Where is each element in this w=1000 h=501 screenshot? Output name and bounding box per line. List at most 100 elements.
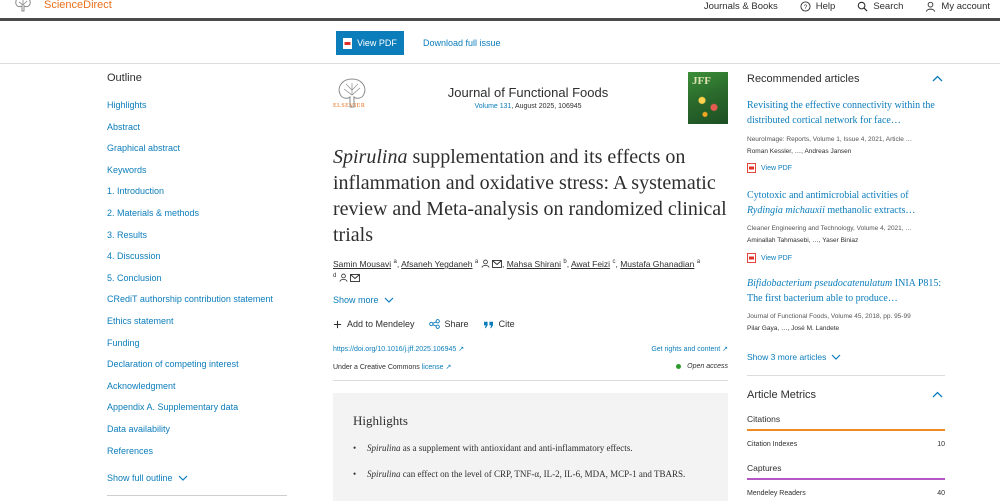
pdf-icon — [343, 37, 353, 49]
help-link[interactable]: ? Help — [800, 1, 835, 12]
chevron-down-icon — [178, 475, 187, 481]
recommended-title-pre: Cytotoxic and antimicrobial activities o… — [747, 190, 909, 201]
chevron-down-icon — [831, 354, 841, 360]
help-circle-icon: ? — [800, 1, 811, 12]
citation-indexes-value: 10 — [937, 441, 945, 448]
show-more-authors-button[interactable]: Show more — [333, 295, 394, 305]
highlight-text: can effect on the level of CRP, TNF-α, I… — [400, 469, 686, 479]
recommended-title-italic: Bifidobacterium pseudocatenulatum — [747, 278, 893, 289]
volume-details: , August 2025, 106945 — [511, 103, 582, 110]
recommended-title-post: methanolic extracts… — [824, 205, 916, 216]
show-more-articles-button[interactable]: Show 3 more articles — [747, 352, 841, 362]
outline-item-acknowledgment[interactable]: Acknowledgment — [107, 376, 307, 398]
journal-cover-art — [693, 92, 723, 120]
search-link[interactable]: Search — [857, 1, 903, 12]
journal-cover-image[interactable]: JFF — [688, 72, 728, 124]
get-rights-link[interactable]: Get rights and content ↗ — [651, 345, 728, 353]
highlight-text: as a supplement with antioxidant and ant… — [400, 443, 633, 453]
chevron-up-icon[interactable] — [932, 75, 943, 82]
person-icon[interactable] — [339, 273, 348, 282]
person-icon[interactable] — [481, 259, 490, 268]
outline-item-declaration[interactable]: Declaration of competing interest — [107, 354, 307, 376]
author-link[interactable]: Samin Mousavi — [333, 259, 391, 269]
search-label: Search — [873, 1, 904, 12]
recommended-title-italic: Rydingia michauxii — [747, 205, 825, 216]
mail-icon[interactable] — [350, 273, 361, 282]
outline-item-appendix[interactable]: Appendix A. Supplementary data — [107, 397, 307, 419]
citation-indexes-row: Citation Indexes 10 — [747, 441, 945, 448]
outline-item-funding[interactable]: Funding — [107, 333, 307, 355]
share-button[interactable]: Share — [428, 319, 469, 329]
captures-label: Captures — [747, 463, 782, 473]
mail-icon[interactable] — [492, 259, 502, 268]
author-affiliation[interactable]: a — [393, 259, 396, 265]
recommended-view-pdf-link[interactable]: View PDF — [747, 163, 792, 173]
outline-item-graphical-abstract[interactable]: Graphical abstract — [107, 138, 307, 160]
license-line: Under a Creative Commons license ↗ — [333, 363, 451, 371]
highlight-italic: Spirulina — [367, 443, 401, 453]
highlight-item: Spirulina as a supplement with antioxida… — [353, 441, 708, 455]
article-tools: Add to Mendeley Share Cite — [333, 319, 529, 329]
highlight-item: Spirulina can effect on the level of CRP… — [353, 467, 708, 481]
show-full-outline-button[interactable]: Show full outline — [107, 473, 188, 483]
my-account-label: My account — [941, 1, 990, 12]
outline-item-references[interactable]: References — [107, 441, 307, 463]
add-to-mendeley-button[interactable]: Add to Mendeley — [333, 319, 415, 329]
outline-item-data-availability[interactable]: Data availability — [107, 419, 307, 441]
highlights-heading: Highlights — [353, 413, 408, 428]
journals-books-link[interactable]: Journals & Books — [704, 1, 778, 12]
cite-button[interactable]: Cite — [483, 319, 515, 329]
author-affiliation[interactable]: a — [697, 259, 700, 265]
recommended-article-meta: Cleaner Engineering and Technology, Volu… — [747, 225, 912, 232]
outline-item-credit[interactable]: CRediT authorship contribution statement — [107, 289, 307, 311]
chevron-up-icon[interactable] — [932, 391, 943, 398]
view-pdf-label: View PDF — [357, 38, 397, 48]
license-link[interactable]: license ↗ — [422, 364, 452, 371]
citations-bar — [747, 429, 945, 431]
svg-text:?: ? — [803, 4, 807, 11]
license-prefix: Under a Creative Commons — [333, 364, 422, 371]
author-link[interactable]: Afsaneh Yegdaneh — [401, 259, 472, 269]
outline-item-ethics[interactable]: Ethics statement — [107, 311, 307, 333]
my-account-link[interactable]: My account — [925, 1, 990, 12]
show-more-label: Show more — [333, 295, 379, 305]
doi-link[interactable]: https://doi.org/10.1016/j.jff.2025.10694… — [333, 345, 464, 353]
recommended-article-title[interactable]: Cytotoxic and antimicrobial activities o… — [747, 188, 945, 218]
author-affiliation[interactable]: d — [333, 273, 336, 279]
share-label: Share — [444, 319, 469, 329]
quote-icon — [483, 321, 493, 328]
journal-cover-text: JFF — [692, 75, 711, 87]
view-pdf-button[interactable]: View PDF — [336, 31, 404, 55]
author-affiliation[interactable]: a — [475, 259, 478, 265]
outline-item-abstract[interactable]: Abstract — [107, 117, 307, 139]
recommended-article-meta: Journal of Functional Foods, Volume 45, … — [747, 313, 911, 320]
outline-item-introduction[interactable]: 1. Introduction — [107, 181, 307, 203]
recommended-article-title[interactable]: Revisiting the effective connectivity wi… — [747, 98, 945, 128]
outline-divider — [107, 495, 287, 496]
outline-item-materials-methods[interactable]: 2. Materials & methods — [107, 203, 307, 225]
outline-item-highlights[interactable]: Highlights — [107, 95, 307, 117]
author-affiliation[interactable]: c — [612, 259, 615, 265]
author-affiliation[interactable]: b — [563, 259, 566, 265]
article-title: Spirulina supplementation and its effect… — [333, 144, 733, 248]
article-action-strip: View PDF Download full issue — [0, 24, 1000, 64]
outline-item-results[interactable]: 3. Results — [107, 225, 307, 247]
sciencedirect-brand[interactable]: ScienceDirect — [12, 0, 112, 12]
author-link[interactable]: Mahsa Shirani — [507, 259, 561, 269]
outline-item-keywords[interactable]: Keywords — [107, 160, 307, 182]
pdf-icon — [747, 253, 756, 263]
author-link[interactable]: Awat Feizi — [571, 259, 610, 269]
journal-name-link[interactable]: Journal of Functional Foods — [420, 85, 636, 100]
download-full-issue-link[interactable]: Download full issue — [423, 38, 501, 48]
citations-label: Citations — [747, 414, 781, 424]
author-link[interactable]: Mustafa Ghanadian — [620, 259, 694, 269]
recommended-article-title[interactable]: Bifidobacterium pseudocatenulatum INIA P… — [747, 276, 945, 306]
outline-item-discussion[interactable]: 4. Discussion — [107, 246, 307, 268]
recommended-articles-heading: Recommended articles — [747, 73, 860, 85]
author-list: Samin Mousavi a, Afsaneh Yegdaneh a , Ma… — [333, 256, 733, 284]
show-full-outline-label: Show full outline — [107, 473, 173, 483]
elsevier-tree-icon — [15, 0, 31, 12]
volume-link[interactable]: Volume 131 — [474, 103, 511, 110]
recommended-view-pdf-link[interactable]: View PDF — [747, 253, 792, 263]
outline-item-conclusion[interactable]: 5. Conclusion — [107, 268, 307, 290]
